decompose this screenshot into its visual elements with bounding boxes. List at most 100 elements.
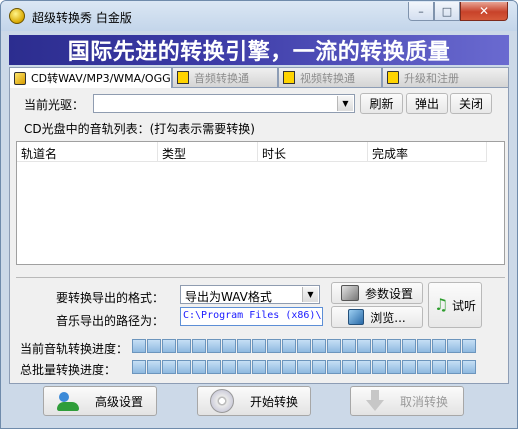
tab-bar: CD转WAV/MP3/WMA/OGG 音频转换通 视频转换通 升级和注册 (9, 67, 509, 88)
progress-segment (132, 339, 146, 353)
progress-segment (162, 360, 176, 374)
advanced-settings-label: 高级设置 (94, 394, 143, 409)
progress-segment (387, 360, 401, 374)
progress-segment (327, 360, 341, 374)
audio-icon (177, 71, 189, 84)
app-logo-icon (9, 8, 25, 24)
tab-label: 音频转换通 (194, 71, 249, 85)
divider (16, 277, 505, 278)
column-duration[interactable]: 时长 (258, 145, 286, 162)
tab-label: CD转WAV/MP3/WMA/OGG (31, 72, 171, 85)
drive-select[interactable]: ▼ (93, 94, 355, 113)
close-window-button[interactable]: ✕ (460, 2, 508, 21)
progress-segment (447, 360, 461, 374)
progress-segment (252, 339, 266, 353)
batch-progress-label: 总批量转换进度： (20, 363, 117, 377)
tab-label: 视频转换通 (300, 71, 355, 85)
promo-banner: 国际先进的转换引擎，一流的转换质量 (9, 35, 509, 65)
settings-icon (340, 285, 359, 301)
maximize-button[interactable]: □ (434, 2, 460, 21)
progress-segment (462, 360, 476, 374)
progress-segment (372, 339, 386, 353)
cancel-convert-label: 取消转换 (399, 394, 448, 409)
start-convert-button[interactable]: 开始转换 (197, 386, 311, 416)
batch-progress-bar (132, 360, 476, 374)
progress-segment (162, 339, 176, 353)
title-bar[interactable]: 超级转换秀 白金版 – □ ✕ (1, 1, 517, 31)
progress-segment (267, 360, 281, 374)
path-label: 音乐导出的路径为： (56, 314, 165, 328)
cancel-convert-button[interactable]: 取消转换 (350, 386, 464, 416)
progress-segment (237, 339, 251, 353)
progress-segment (387, 339, 401, 353)
settings-button-label: 参数设置 (364, 286, 413, 301)
tracklist-caption: CD光盘中的音轨列表：(打勾表示需要转换) (24, 122, 255, 136)
progress-segment (147, 360, 161, 374)
progress-segment (297, 339, 311, 353)
progress-segment (357, 360, 371, 374)
progress-segment (282, 360, 296, 374)
users-icon (56, 390, 79, 412)
format-select[interactable]: 导出为WAV格式 ▼ (180, 285, 320, 304)
progress-segment (432, 339, 446, 353)
settings-button[interactable]: 参数设置 (331, 282, 423, 304)
progress-segment (282, 339, 296, 353)
video-icon (283, 71, 295, 84)
progress-segment (417, 339, 431, 353)
progress-segment (342, 339, 356, 353)
progress-segment (417, 360, 431, 374)
browse-button[interactable]: 浏览... (331, 306, 423, 328)
tab-upgrade-register[interactable]: 升级和注册 (382, 67, 509, 87)
minimize-button[interactable]: – (408, 2, 434, 21)
progress-segment (447, 339, 461, 353)
preview-button-label: 试听 (451, 298, 476, 313)
progress-segment (312, 360, 326, 374)
preview-button[interactable]: ♫ 试听 (428, 282, 482, 328)
format-select-value: 导出为WAV格式 (185, 290, 272, 304)
tab-cd-to-audio[interactable]: CD转WAV/MP3/WMA/OGG (9, 67, 172, 88)
progress-segment (462, 339, 476, 353)
progress-segment (402, 339, 416, 353)
progress-segment (372, 360, 386, 374)
progress-segment (267, 339, 281, 353)
register-icon (387, 71, 399, 84)
progress-segment (342, 360, 356, 374)
drive-label: 当前光驱： (24, 98, 85, 112)
progress-segment (147, 339, 161, 353)
tab-video-converter[interactable]: 视频转换通 (278, 67, 382, 87)
progress-segment (177, 360, 191, 374)
progress-segment (192, 360, 206, 374)
progress-segment (327, 339, 341, 353)
progress-segment (402, 360, 416, 374)
progress-segment (357, 339, 371, 353)
track-list-header: 轨道名 类型 时长 完成率 (17, 142, 487, 162)
output-path-field[interactable]: C:\Program Files (x86)\ (180, 307, 323, 326)
track-progress-label: 当前音轨转换进度： (20, 342, 129, 356)
progress-segment (237, 360, 251, 374)
column-track-name[interactable]: 轨道名 (17, 145, 57, 162)
column-type[interactable]: 类型 (158, 145, 186, 162)
disc-icon (209, 389, 234, 413)
progress-segment (432, 360, 446, 374)
folder-icon (348, 309, 365, 325)
chevron-down-icon[interactable]: ▼ (302, 287, 318, 302)
output-path-value: C:\Program Files (x86)\ (183, 310, 322, 321)
progress-segment (132, 360, 146, 374)
close-tray-button[interactable]: 关闭 (450, 93, 492, 114)
column-completion[interactable]: 完成率 (368, 145, 408, 162)
progress-segment (222, 360, 236, 374)
start-convert-label[interactable]: 开始转换 (250, 393, 298, 410)
refresh-button[interactable]: 刷新 (360, 93, 403, 114)
advanced-settings-button[interactable]: 高级设置 (43, 386, 157, 416)
track-list[interactable]: 轨道名 类型 时长 完成率 (16, 141, 505, 265)
cd-icon (14, 71, 26, 85)
tab-audio-converter[interactable]: 音频转换通 (172, 67, 278, 87)
progress-segment (297, 360, 311, 374)
main-window: 超级转换秀 白金版 – □ ✕ 国际先进的转换引擎，一流的转换质量 CD转WAV… (0, 0, 518, 429)
format-label: 要转换导出的格式： (56, 291, 165, 305)
progress-segment (222, 339, 236, 353)
eject-button[interactable]: 弹出 (406, 93, 448, 114)
progress-segment (207, 360, 221, 374)
music-note-icon: ♫ (433, 295, 449, 314)
chevron-down-icon[interactable]: ▼ (337, 96, 353, 111)
